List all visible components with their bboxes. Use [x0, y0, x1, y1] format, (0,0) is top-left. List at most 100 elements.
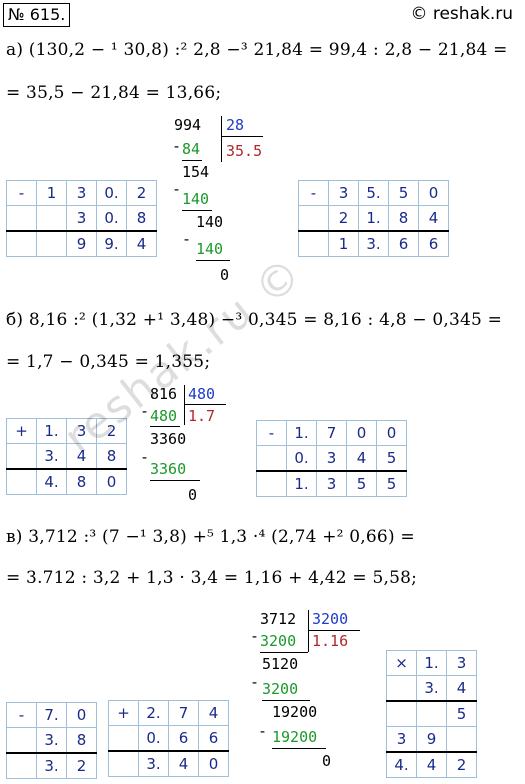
grid-cell: 3 [446, 650, 477, 676]
grid-cell: 2 [446, 751, 477, 778]
div-a-sub2: 140 [182, 190, 210, 208]
grid-cell: 0 [418, 180, 449, 206]
grid-cell: 3 [66, 180, 97, 206]
grid-cell: 3 [386, 726, 417, 753]
grid-cell: 3 [328, 180, 359, 206]
grid-cell [6, 752, 37, 779]
grid-cell: 0 [376, 420, 407, 446]
grid-cell: 2 [66, 752, 97, 779]
grid-cell [36, 205, 67, 232]
div-a-rem2: 140 [196, 213, 224, 231]
grid-cell: 3. [416, 675, 447, 702]
grid-cell: 3. [138, 750, 169, 777]
grid-cell: 7 [168, 700, 199, 726]
grid-cell: 4. [386, 751, 417, 778]
grid-cell: 0. [138, 725, 169, 752]
div-v-divisor: 3200 [312, 610, 349, 628]
div-v-rem1: 5120 [262, 655, 299, 673]
div-v-rem2: 19200 [272, 703, 318, 721]
grid-cell: 0 [198, 750, 229, 777]
div-v-rem3: 0 [322, 752, 332, 770]
grid-cell: 2 [126, 180, 157, 206]
grid-cell: + [108, 700, 139, 726]
div-a-bar [221, 116, 222, 162]
grid-cell: 5 [376, 445, 407, 472]
div-b-quotient: 1.7 [188, 407, 216, 425]
div-v-dividend: 3712 [260, 610, 297, 628]
grid-cell: 1 [328, 230, 359, 257]
div-a-divisor-line [221, 136, 263, 137]
eq-v-line2: = 3.712 : 3,2 + 1,3 · 3,4 = 1,16 + 4,42 … [6, 568, 418, 588]
grid-a-right: -3 5. 5 0 2 1. 8 4 1 3. 6 6 [298, 180, 449, 257]
grid-cell: - [6, 702, 37, 728]
div-b-rem1: 3360 [150, 430, 187, 448]
grid-cell: 4 [168, 750, 199, 777]
eq-a-line1: а) (130,2 − ¹ 30,8) :² 2,8 −³ 21,84 = 99… [6, 40, 508, 60]
grid-cell: 4. [36, 468, 67, 495]
grid-cell: 3. [358, 230, 389, 257]
eq-v-line1: в) 3,712 :³ (7 −¹ 3,8) +⁵ 1,3 ·⁴ (2,74 +… [6, 527, 415, 547]
grid-cell: 4 [346, 445, 377, 472]
grid-cell: 4 [126, 230, 157, 257]
grid-cell: 5 [346, 470, 377, 497]
div-v-sub3: 19200 [272, 728, 318, 746]
grid-cell: 0. [286, 445, 317, 472]
site-credit: © reshak.ru [410, 4, 513, 24]
grid-v-1: -7. 0 3. 8 3. 2 [6, 702, 97, 779]
grid-cell: 9. [96, 230, 127, 257]
grid-cell: 3 [66, 205, 97, 232]
grid-cell: 3. [36, 752, 67, 779]
grid-cell: 6 [388, 230, 419, 257]
grid-b-right: -1. 7 0 0 0. 3 4 5 1. 3 5 5 [256, 420, 407, 497]
grid-cell: 4 [446, 675, 477, 702]
grid-cell: 7 [316, 420, 347, 446]
grid-cell: 9 [416, 726, 447, 753]
grid-cell: 9 [66, 230, 97, 257]
grid-cell: 1 [36, 180, 67, 206]
grid-cell: 8 [388, 205, 419, 232]
grid-cell: 8 [126, 205, 157, 232]
grid-cell: 0. [96, 205, 127, 232]
grid-cell: 2 [328, 205, 359, 232]
grid-cell: 8 [66, 468, 97, 495]
grid-v-3: × 1. 3 3. 4 5 39 4. 4 2 [386, 650, 477, 778]
div-v-sub2: 3200 [262, 680, 299, 698]
grid-v-2: +2. 7 4 0. 6 6 3. 4 0 [108, 700, 229, 777]
div-b-divisor: 480 [188, 385, 216, 403]
exercise-number: № 615. [3, 3, 71, 27]
grid-cell [446, 726, 477, 753]
grid-cell: 5 [388, 180, 419, 206]
div-a-rem3: 0 [220, 266, 230, 284]
grid-cell: 7. [36, 702, 67, 728]
grid-cell: 5 [376, 470, 407, 497]
grid-cell: 3. [36, 727, 67, 754]
grid-cell: 6 [418, 230, 449, 257]
div-a-divisor: 28 [226, 116, 245, 134]
eq-a-line2: = 35,5 − 21,84 = 13,66; [6, 83, 222, 103]
grid-cell: 3 [316, 470, 347, 497]
grid-cell [6, 205, 37, 232]
grid-cell: 1. [286, 470, 317, 497]
grid-cell [6, 443, 37, 470]
grid-a-left: -1 3 0. 2 3 0. 8 9 9. 4 [6, 180, 157, 257]
grid-cell: 0 [346, 420, 377, 446]
grid-cell [298, 205, 329, 232]
grid-cell: 1. [416, 650, 447, 676]
grid-cell: 3. [36, 443, 67, 470]
grid-cell [298, 230, 329, 257]
div-a-dividend: 994 [174, 116, 202, 134]
grid-cell [386, 675, 417, 702]
grid-cell [6, 727, 37, 754]
grid-cell: 4 [416, 751, 447, 778]
grid-cell: - [6, 180, 37, 206]
grid-cell: + [6, 418, 37, 444]
grid-cell: 6 [168, 725, 199, 752]
grid-cell [108, 725, 139, 752]
div-a-rem1: 154 [182, 163, 210, 181]
grid-cell: - [256, 420, 287, 446]
grid-cell: 4 [198, 700, 229, 726]
grid-cell: 0. [96, 180, 127, 206]
div-b-rem2: 0 [188, 486, 198, 504]
grid-cell [6, 468, 37, 495]
div-a-quotient: 35.5 [226, 142, 263, 160]
